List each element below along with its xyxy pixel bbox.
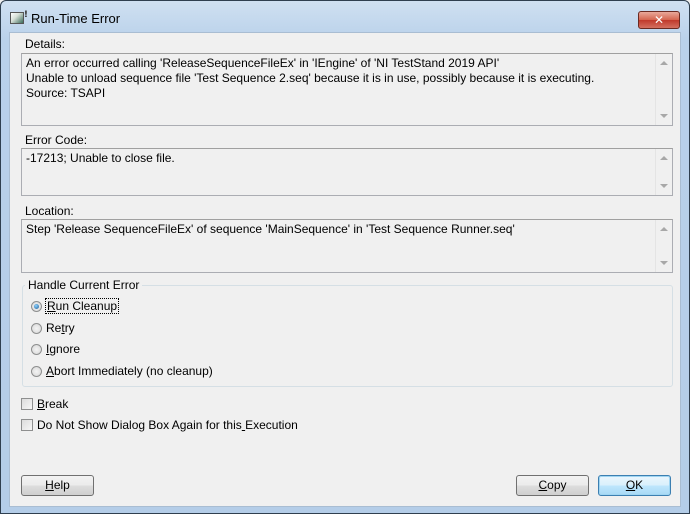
radio-label: Run Cleanup (44, 298, 120, 314)
radio-label: Abort Immediately (no cleanup) (46, 364, 213, 378)
checkbox-label: Do Not Show Dialog Box Again for this Ex… (37, 418, 298, 432)
mnemonic-key: t (61, 321, 65, 335)
location-scrollbar[interactable] (655, 220, 672, 272)
chevron-down-icon[interactable] (660, 184, 668, 188)
dialog-body: Details: An error occurred calling 'Rele… (9, 32, 681, 507)
radio-button[interactable] (31, 343, 42, 355)
radio-abort-immediately[interactable]: Abort Immediately (no cleanup) (31, 363, 213, 379)
run-time-error-dialog: Run-Time Error ✕ Details: An error occur… (0, 0, 690, 514)
chevron-down-icon[interactable] (660, 114, 668, 118)
radio-retry[interactable]: Retry (31, 320, 75, 336)
details-scrollbar[interactable] (655, 54, 672, 125)
help-button[interactable]: Help (21, 475, 94, 496)
mnemonic-key: I (46, 342, 50, 356)
radio-button[interactable] (31, 300, 42, 312)
app-icon (10, 10, 28, 24)
break-checkbox[interactable]: Break (21, 396, 68, 412)
radio-run-cleanup[interactable]: Run Cleanup (31, 298, 120, 314)
mnemonic-key: R (47, 299, 56, 313)
radio-label: Ignore (46, 342, 81, 356)
close-button[interactable]: ✕ (638, 11, 680, 29)
mnemonic-key: C (538, 478, 548, 492)
chevron-up-icon[interactable] (660, 156, 668, 160)
location-value: Step 'Release SequenceFileEx' of sequenc… (26, 222, 515, 236)
ok-button[interactable]: OK (598, 475, 671, 496)
details-textbox[interactable]: An error occurred calling 'ReleaseSequen… (21, 53, 673, 126)
radio-button[interactable] (31, 365, 42, 377)
chevron-down-icon[interactable] (660, 261, 668, 265)
checkbox-label: Break (37, 397, 69, 411)
details-line: An error occurred calling 'ReleaseSequen… (26, 56, 500, 70)
error-code-scrollbar[interactable] (655, 149, 672, 195)
error-code-label: Error Code: (25, 133, 88, 147)
mnemonic-key (242, 418, 245, 432)
error-code-value: -17213; Unable to close file. (26, 151, 175, 165)
title-bar[interactable]: Run-Time Error ✕ (1, 1, 689, 33)
close-icon: ✕ (653, 13, 665, 27)
mnemonic-key: B (37, 397, 46, 411)
chevron-up-icon[interactable] (660, 227, 668, 231)
mnemonic-key: O (625, 478, 636, 492)
location-textbox[interactable]: Step 'Release SequenceFileEx' of sequenc… (21, 219, 673, 273)
details-line: Unable to unload sequence file 'Test Seq… (26, 71, 595, 85)
mnemonic-key: A (46, 364, 55, 378)
details-line: Source: TSAPI (26, 86, 106, 100)
checkbox-box[interactable] (21, 419, 33, 431)
chevron-up-icon[interactable] (660, 61, 668, 65)
radio-button[interactable] (31, 322, 42, 334)
checkbox-box[interactable] (21, 398, 33, 410)
do-not-show-again-checkbox[interactable]: Do Not Show Dialog Box Again for this Ex… (21, 417, 298, 433)
error-code-textbox[interactable]: -17213; Unable to close file. (21, 148, 673, 196)
location-label: Location: (25, 204, 74, 218)
radio-ignore[interactable]: Ignore (31, 341, 80, 357)
details-label: Details: (25, 37, 66, 51)
radio-label: Retry (46, 321, 75, 335)
window-title: Run-Time Error (31, 11, 121, 26)
handle-error-title: Handle Current Error (25, 278, 143, 292)
mnemonic-key: H (45, 478, 54, 492)
copy-button[interactable]: Copy (516, 475, 589, 496)
